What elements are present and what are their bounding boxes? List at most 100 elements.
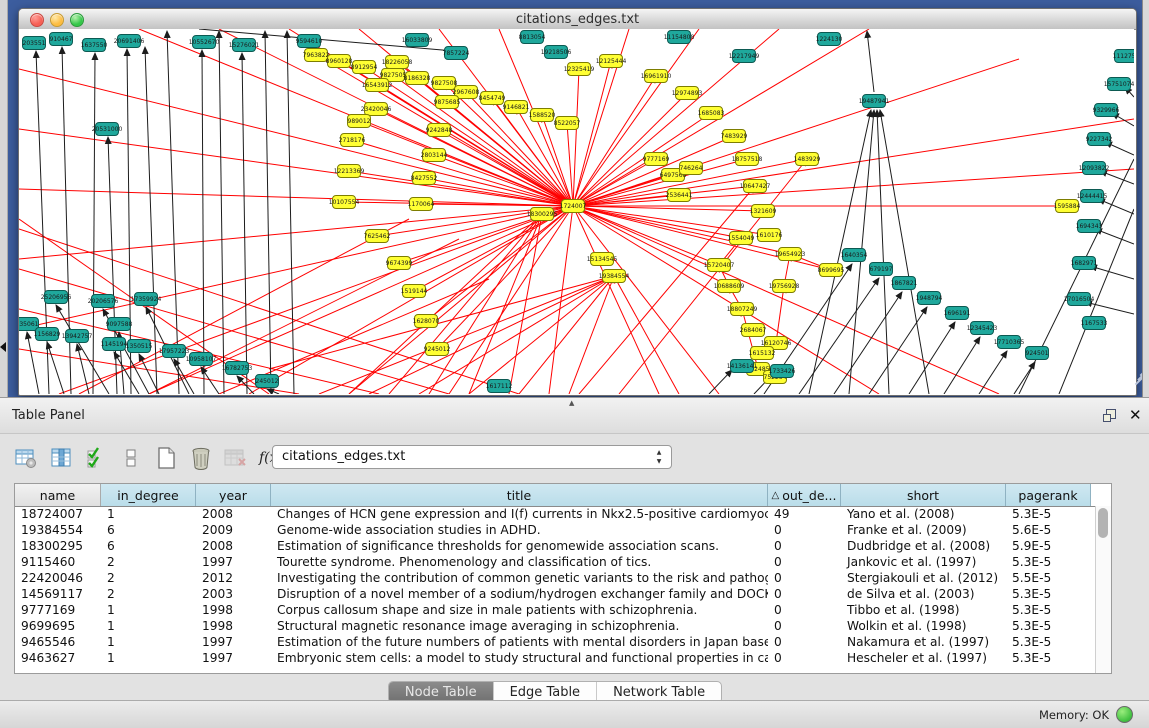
graph-node[interactable]: 19384554: [599, 270, 630, 283]
table-cell[interactable]: 5.3E-5: [1006, 587, 1091, 603]
graph-node[interactable]: 8912954: [351, 61, 378, 74]
scrollbar-thumb[interactable]: [1098, 508, 1108, 538]
table-row[interactable]: 1938455462009Genome-wide association stu…: [15, 523, 1111, 539]
graph-node[interactable]: 1167533: [1081, 317, 1108, 330]
graph-node[interactable]: 9245012: [424, 343, 451, 356]
graph-node[interactable]: 1112753: [1113, 50, 1134, 63]
column-header-out_de[interactable]: △out_de...: [768, 484, 841, 506]
table-cell[interactable]: 2003: [196, 587, 271, 603]
table-cell[interactable]: Dudbridge et al. (2008): [841, 539, 1006, 555]
table-row[interactable]: 946554611997Estimation of the future num…: [15, 635, 1111, 651]
graph-node[interactable]: 2536441: [666, 189, 693, 202]
column-header-short[interactable]: short: [841, 484, 1006, 506]
graph-node[interactable]: 8699695: [818, 264, 845, 277]
graph-node[interactable]: 1519144: [401, 285, 428, 298]
graph-node[interactable]: 1321609: [750, 205, 777, 218]
splitter-handle-icon[interactable]: ▲: [569, 399, 574, 407]
table-cell[interactable]: Embryonic stem cells: a model to study s…: [271, 651, 768, 667]
table-row[interactable]: 946362711997Embryonic stem cells: a mode…: [15, 651, 1111, 667]
graph-node[interactable]: 17016504: [1064, 293, 1095, 306]
graph-node[interactable]: 16033809: [402, 34, 433, 47]
graph-node[interactable]: 1224130: [816, 33, 843, 46]
table-row[interactable]: 2242004622012Investigating the contribut…: [15, 571, 1111, 587]
graph-node[interactable]: 23420046: [361, 103, 392, 116]
graph-node[interactable]: 9242848: [426, 124, 453, 137]
graph-node[interactable]: 924501: [1026, 347, 1049, 360]
graph-node[interactable]: 19487941: [859, 95, 890, 108]
graph-node[interactable]: 12093822: [1079, 162, 1110, 175]
graph-node[interactable]: 18300295: [527, 208, 558, 221]
column-header-name[interactable]: name: [15, 484, 101, 506]
table-cell[interactable]: 22420046: [15, 571, 101, 587]
column-header-year[interactable]: year: [196, 484, 271, 506]
table-cell[interactable]: 5.3E-5: [1006, 507, 1091, 523]
select-all-icon[interactable]: [84, 446, 108, 470]
table-cell[interactable]: 2: [101, 571, 196, 587]
graph-node[interactable]: 18757518: [732, 153, 763, 166]
table-cell[interactable]: 9463627: [15, 651, 101, 667]
graph-node[interactable]: 7483929: [721, 130, 748, 143]
network-window-titlebar[interactable]: citations_edges.txt: [19, 9, 1136, 30]
table-column-icon[interactable]: [49, 446, 73, 470]
graph-node[interactable]: 8813054: [519, 31, 546, 44]
graph-node[interactable]: 679197: [870, 263, 893, 276]
graph-node[interactable]: 17359924: [131, 293, 162, 306]
graph-node[interactable]: 9594610: [296, 35, 323, 48]
table-cell[interactable]: Disruption of a novel member of a sodium…: [271, 587, 768, 603]
graph-node[interactable]: 1724007: [560, 200, 587, 213]
table-row[interactable]: 1872400712008Changes of HCN gene express…: [15, 507, 1111, 523]
graph-node[interactable]: 9827508: [431, 77, 458, 90]
graph-node[interactable]: 9674399: [386, 257, 413, 270]
table-cell[interactable]: Franke et al. (2009): [841, 523, 1006, 539]
graph-node[interactable]: 1588520: [529, 109, 556, 122]
graph-node[interactable]: 16961910: [641, 70, 672, 83]
table-cell[interactable]: 2009: [196, 523, 271, 539]
graph-node[interactable]: 10107554: [329, 196, 360, 209]
table-cell[interactable]: Structural magnetic resonance image aver…: [271, 619, 768, 635]
network-canvas[interactable]: 7963822896012889129541822605898275051654…: [19, 29, 1134, 394]
table-cell[interactable]: 0: [768, 523, 841, 539]
graph-node[interactable]: 10958107: [186, 353, 217, 366]
graph-node[interactable]: 15276021: [229, 39, 260, 52]
graph-node[interactable]: 12217949: [729, 50, 760, 63]
table-cell[interactable]: 1: [101, 603, 196, 619]
table-cell[interactable]: Genome-wide association studies in ADHD.: [271, 523, 768, 539]
graph-node[interactable]: 20531000: [92, 123, 123, 136]
table-cell[interactable]: 1: [101, 619, 196, 635]
graph-node[interactable]: 12213369: [334, 165, 365, 178]
table-cell[interactable]: 2012: [196, 571, 271, 587]
graph-node[interactable]: 7857224: [443, 47, 470, 60]
graph-node[interactable]: 1483929: [794, 153, 821, 166]
graph-node[interactable]: 1637550: [81, 39, 108, 52]
graph-node[interactable]: 1156829: [34, 328, 61, 341]
table-cell[interactable]: Corpus callosum shape and size in male p…: [271, 603, 768, 619]
table-cell[interactable]: 0: [768, 587, 841, 603]
graph-node[interactable]: 15751074: [1104, 78, 1134, 91]
graph-node[interactable]: 13942757: [62, 330, 93, 343]
graph-node[interactable]: 8427552: [411, 172, 438, 185]
table-row[interactable]: 1830029562008Estimation of significance …: [15, 539, 1111, 555]
graph-node[interactable]: 9097588: [106, 318, 133, 331]
table-cell[interactable]: 1997: [196, 651, 271, 667]
table-cell[interactable]: 9465546: [15, 635, 101, 651]
graph-node[interactable]: 8454749: [479, 92, 506, 105]
graph-node[interactable]: 18807249: [727, 303, 758, 316]
table-cell[interactable]: 9777169: [15, 603, 101, 619]
table-cell[interactable]: Estimation of significance thresholds fo…: [271, 539, 768, 555]
table-cell[interactable]: 0: [768, 603, 841, 619]
graph-node[interactable]: 1733426: [769, 365, 796, 378]
graph-node[interactable]: 15720407: [704, 259, 735, 272]
graph-node[interactable]: 2718176: [339, 134, 366, 147]
new-document-icon[interactable]: [154, 446, 178, 470]
graph-node[interactable]: 2684067: [740, 324, 767, 337]
graph-node[interactable]: 9777169: [643, 153, 670, 166]
graph-node[interactable]: 12974893: [672, 87, 703, 100]
graph-node[interactable]: 9227342: [1086, 133, 1113, 146]
table-cell[interactable]: 5.9E-5: [1006, 539, 1091, 555]
table-cell[interactable]: 5.3E-5: [1006, 635, 1091, 651]
graph-node[interactable]: 7625462: [364, 230, 391, 243]
graph-node[interactable]: 1350515: [126, 340, 153, 353]
graph-node[interactable]: 1595884: [1054, 200, 1081, 213]
vertical-scrollbar[interactable]: [1095, 506, 1111, 673]
graph-node[interactable]: 1145194: [101, 338, 128, 351]
